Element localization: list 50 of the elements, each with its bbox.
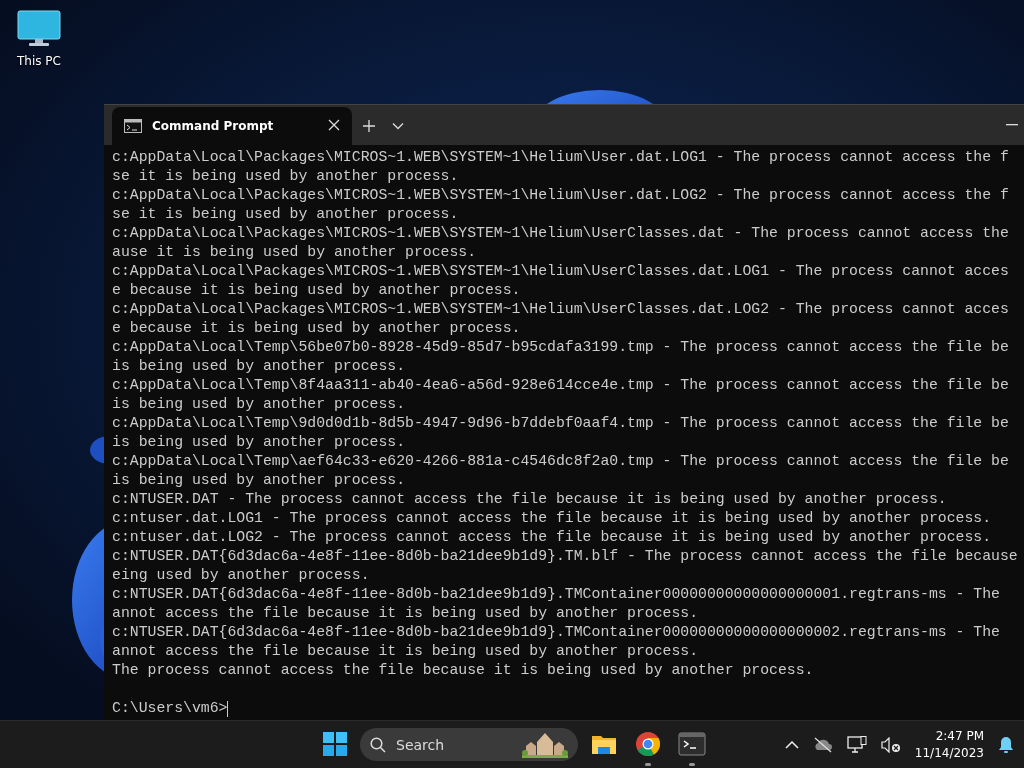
output-line: c:AppData\Local\Packages\MICROS~1.WEB\SYSTEM~1\Helium\UserClasses.dat.LOG2 - The process cannot acces xyxy=(112,300,1009,319)
chevron-down-icon xyxy=(392,122,404,130)
output-line: c:AppData\Local\Temp\8f4aa311-ab40-4ea6-a56d-928e614cce4e.tmp - The process cannot access the file be xyxy=(112,376,1009,395)
output-line: c:AppData\Local\Temp\56be07b0-8928-45d9-85d7-b95cdafa3199.tmp - The process cannot access the file be xyxy=(112,338,1009,357)
output-line: is being used by another process. xyxy=(112,433,406,452)
output-line: is being used by another process. xyxy=(112,357,406,376)
output-line: c:AppData\Local\Packages\MICROS~1.WEB\SYSTEM~1\Helium\UserClasses.dat - The process cannot access the xyxy=(112,224,1009,243)
output-line: e because it is being used by another process. xyxy=(112,281,521,300)
output-line: c:ntuser.dat.LOG1 - The process cannot access the file because it is being used by another process. xyxy=(112,509,992,528)
plus-icon xyxy=(362,119,376,133)
output-line: annot access the file because it is being used by another process. xyxy=(112,604,699,623)
output-line: c:AppData\Local\Packages\MICROS~1.WEB\SYSTEM~1\Helium\User.dat.LOG1 - The process cannot access the f xyxy=(112,148,1009,167)
output-line: c:NTUSER.DAT - The process cannot access the file because it is being used by another process. xyxy=(112,490,947,509)
output-line: ause it is being used by another process. xyxy=(112,243,477,262)
output-line: is being used by another process. xyxy=(112,471,406,490)
output-line: eing used by another process. xyxy=(112,566,370,585)
windows-logo-icon xyxy=(323,732,347,756)
output-line: c:AppData\Local\Packages\MICROS~1.WEB\SYSTEM~1\Helium\UserClasses.dat.LOG1 - The process cannot acces xyxy=(112,262,1009,281)
speaker-muted-icon[interactable] xyxy=(880,736,901,753)
output-line: c:NTUSER.DAT{6d3dac6a-4e8f-11ee-8d0b-ba21dee9b1d9}.TMContainer00000000000000000001.regtrans-ms - The xyxy=(112,585,1000,604)
browser-icon xyxy=(634,730,662,758)
output-line: c:NTUSER.DAT{6d3dac6a-4e8f-11ee-8d0b-ba21dee9b1d9}.TMContainer00000000000000000002.regtrans-ms - The xyxy=(112,623,1000,642)
console-icon xyxy=(124,119,142,133)
search-icon xyxy=(370,736,386,753)
close-icon[interactable] xyxy=(328,118,340,131)
output-line: c:NTUSER.DAT{6d3dac6a-4e8f-11ee-8d0b-ba21dee9b1d9}.TM.blf - The process cannot access the file because xyxy=(112,547,1018,566)
terminal-icon xyxy=(678,730,706,758)
output-line: c:AppData\Local\Packages\MICROS~1.WEB\SYSTEM~1\Helium\User.dat.LOG2 - The process cannot access the f xyxy=(112,186,1009,205)
output-line: se it is being used by another process. xyxy=(112,167,459,186)
icon-label[interactable]: This PC xyxy=(17,54,61,68)
bell-icon[interactable] xyxy=(998,735,1014,754)
output-line: is being used by another process. xyxy=(112,395,406,414)
command-prompt: C:\Users\vm6> xyxy=(112,699,228,718)
output-line: se it is being used by another process. xyxy=(112,205,459,224)
cloud-off-icon[interactable] xyxy=(812,736,833,753)
minimize-icon xyxy=(1006,124,1018,126)
output-line: c:AppData\Local\Temp\9d0d0d1b-8d5b-4947-9d96-b7ddebf0aaf4.tmp - The process cannot access the file be xyxy=(112,414,1009,433)
output-line: The process cannot access the file because it is being used by another process. xyxy=(112,661,814,680)
tab[interactable]: Command Prompt xyxy=(112,107,352,145)
network-icon[interactable] xyxy=(846,735,867,754)
output-line: e because it is being used by another process. xyxy=(112,319,521,338)
output-line: c:ntuser.dat.LOG2 - The process cannot access the file because it is being used by another process. xyxy=(112,528,992,547)
chevron-up-icon[interactable] xyxy=(784,740,799,749)
text-cursor xyxy=(227,700,229,717)
monitor-icon[interactable] xyxy=(17,10,61,48)
output-line: c:AppData\Local\Temp\aef64c33-e620-4266-881a-c4546dc8f2a0.tmp - The process cannot access the file be xyxy=(112,452,1009,471)
search-field[interactable]: Search xyxy=(360,728,578,761)
temple-icon xyxy=(522,731,568,758)
clock[interactable]: 2:47 PM 11/14/2023 xyxy=(914,727,984,762)
output-line: annot access the file because it is being used by another process. xyxy=(112,642,699,661)
